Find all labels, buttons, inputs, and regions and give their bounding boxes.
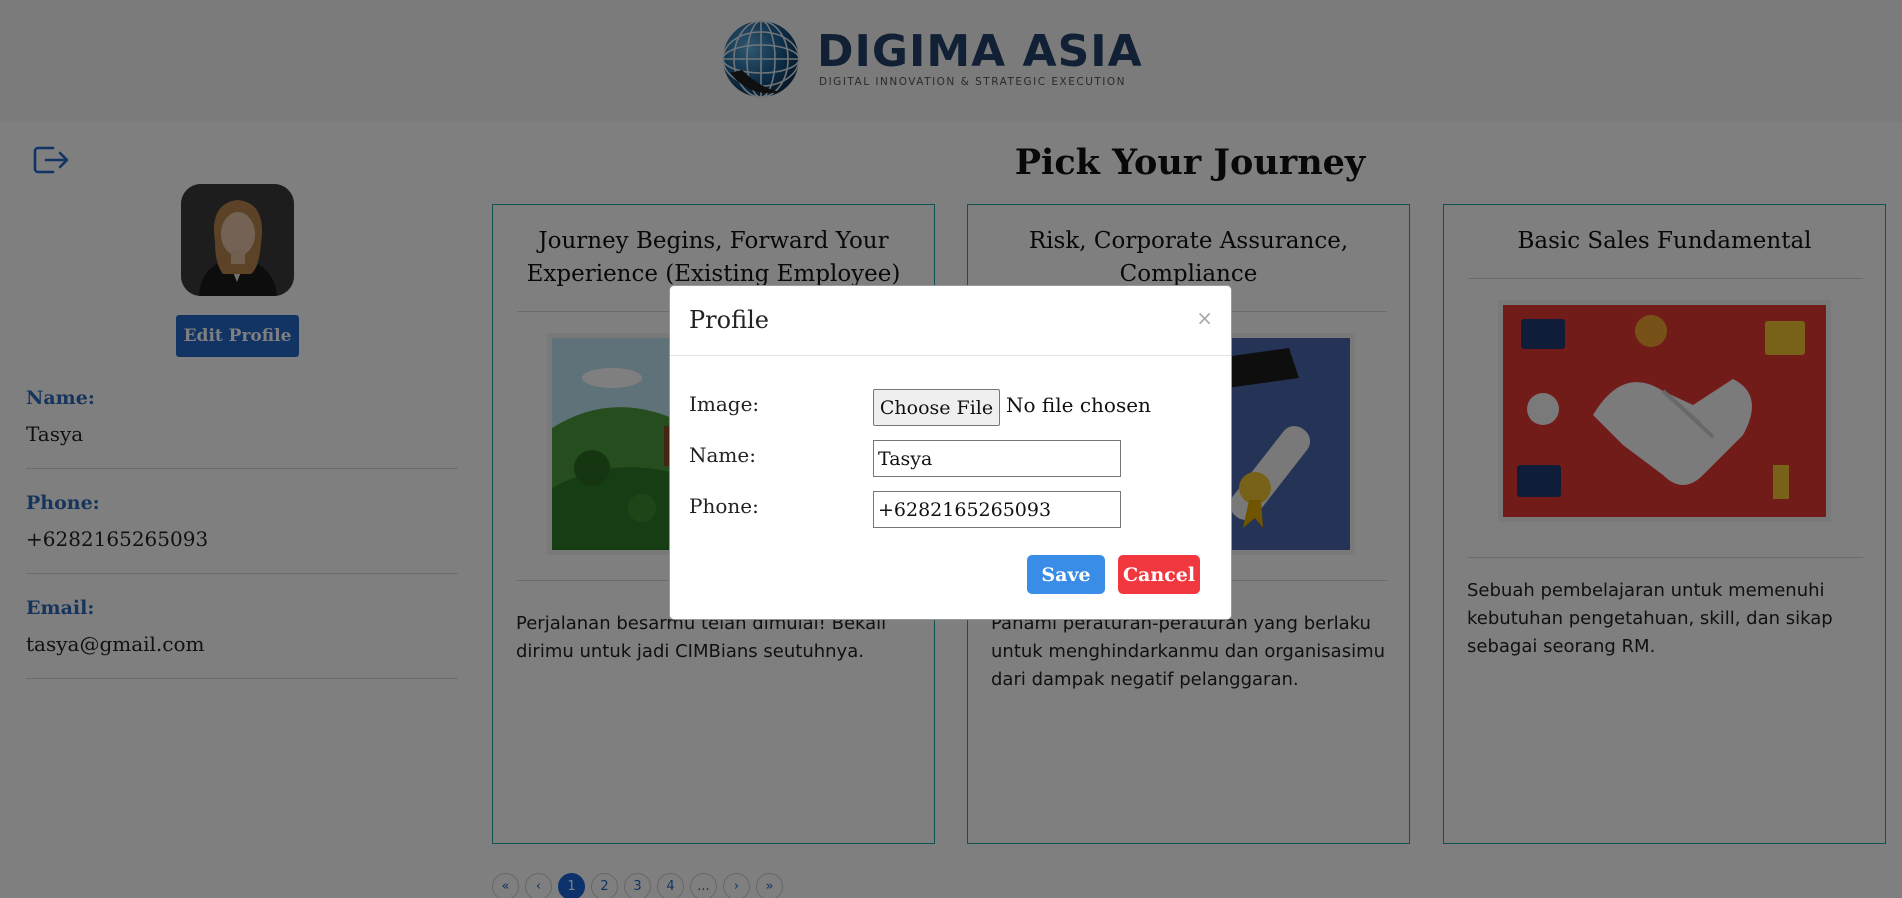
modal-title: Profile	[689, 306, 769, 334]
image-label: Image:	[689, 392, 760, 416]
divider	[670, 355, 1231, 356]
profile-modal: Profile × Image: Choose File No file cho…	[669, 285, 1232, 620]
choose-file-button[interactable]: Choose File	[873, 389, 1000, 426]
close-icon[interactable]: ×	[1196, 306, 1213, 330]
phone-input[interactable]	[873, 491, 1121, 528]
name-input[interactable]	[873, 440, 1121, 477]
phone-label: Phone:	[689, 494, 759, 518]
file-status: No file chosen	[1006, 393, 1151, 417]
save-button[interactable]: Save	[1027, 555, 1105, 594]
cancel-button[interactable]: Cancel	[1118, 555, 1200, 594]
name-label: Name:	[689, 443, 756, 467]
